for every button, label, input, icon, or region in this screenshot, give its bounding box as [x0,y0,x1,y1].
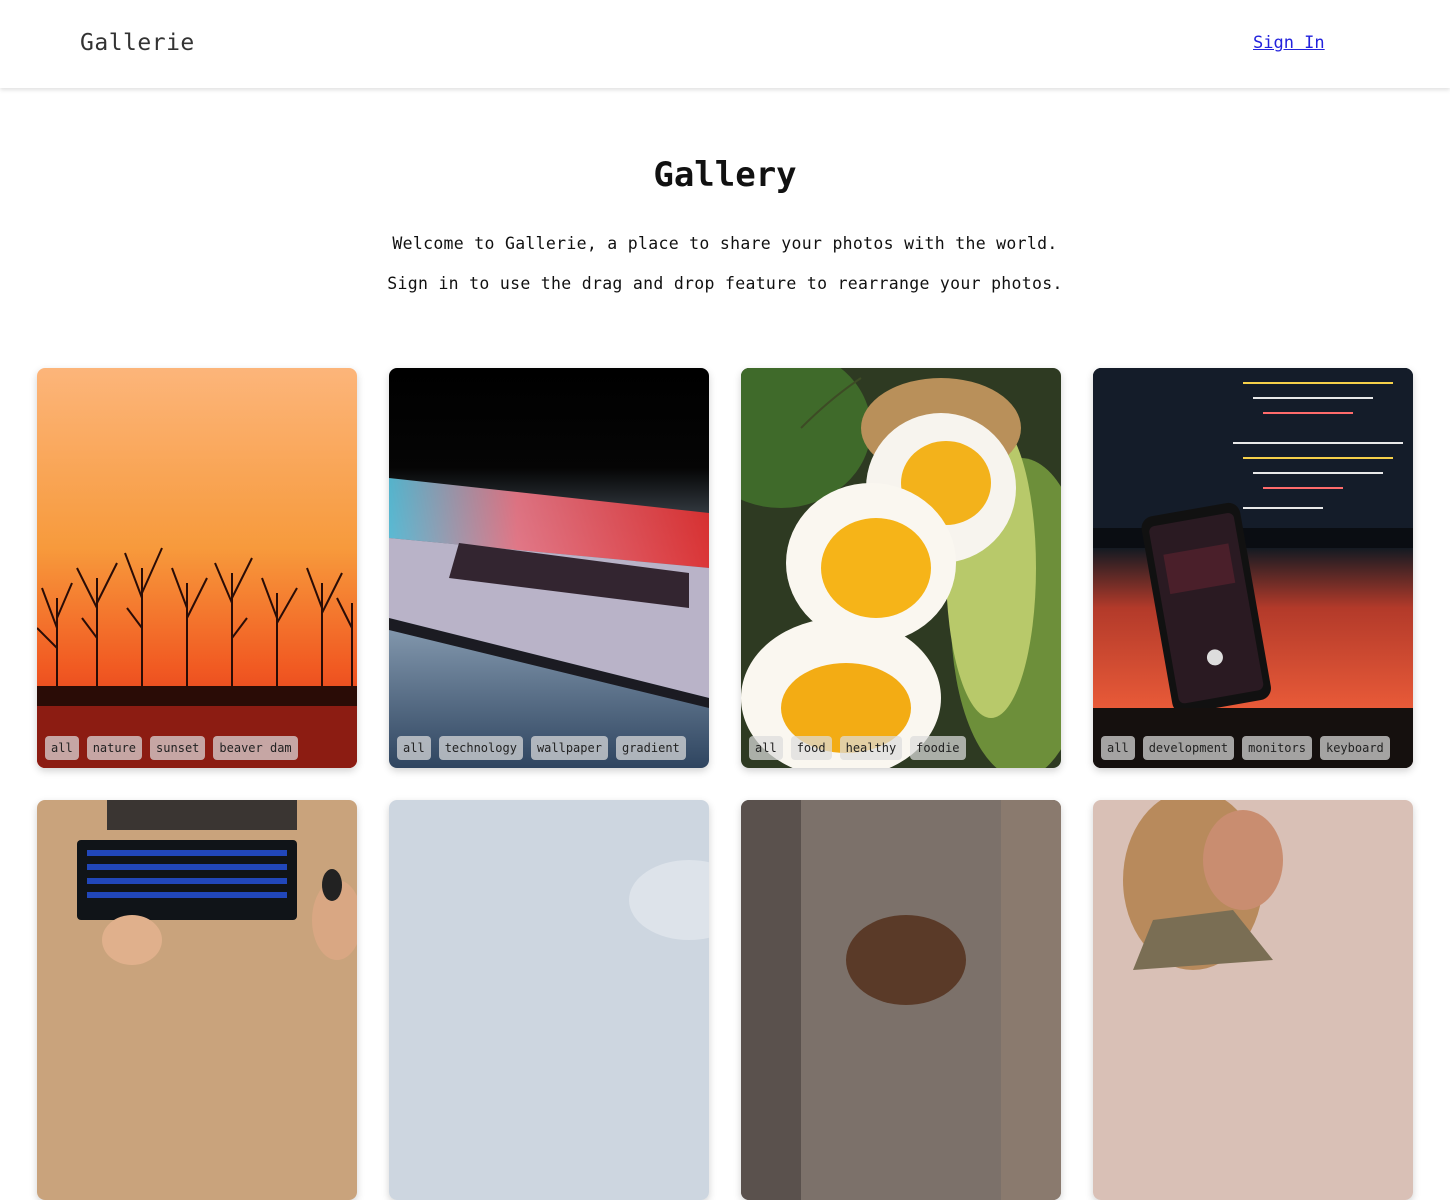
navbar: Gallerie Sign In [0,0,1450,88]
tag-list: all nature sunset beaver dam [45,736,298,760]
tag[interactable]: keyboard [1319,736,1390,760]
tag[interactable]: all [397,736,431,760]
tag[interactable]: development [1142,736,1235,760]
eggs-photo [741,368,1061,768]
tag[interactable]: all [749,736,783,760]
gallery-card-woman[interactable] [1093,800,1413,1200]
sunset-photo [37,368,357,768]
page-title: Gallery [653,155,797,195]
tag[interactable]: food [790,736,832,760]
woman-photo [1093,800,1413,1200]
tag[interactable]: sunset [150,736,206,760]
welcome-text: Welcome to Gallerie, a place to share yo… [392,234,1058,253]
gallery-card-dev-setup[interactable]: all development monitors keyboard [1093,368,1413,768]
tag[interactable]: healthy [839,736,903,760]
person-photo [741,800,1061,1200]
dev-setup-photo [1093,368,1413,768]
tag-list: all technology wallpaper gradient [397,736,686,760]
gallery-card-laptop[interactable]: all technology wallpaper gradient [389,368,709,768]
tag[interactable]: wallpaper [530,736,608,760]
tag[interactable]: gradient [615,736,686,760]
gallery-card-sky[interactable] [389,800,709,1200]
tag[interactable]: beaver dam [213,736,298,760]
tag-list: all development monitors keyboard [1101,736,1390,760]
tag[interactable]: nature [86,736,143,760]
tag[interactable]: monitors [1242,736,1312,760]
tag[interactable]: technology [438,736,523,760]
tag[interactable]: all [45,736,79,760]
gallery-card-keyboard[interactable] [37,800,357,1200]
gallery-card-eggs[interactable]: all food healthy foodie [741,368,1061,768]
tag[interactable]: all [1101,736,1135,760]
tag[interactable]: foodie [910,736,966,760]
sky-photo [389,800,709,1200]
laptop-photo [389,368,709,768]
gallery-card-sunset[interactable]: all nature sunset beaver dam [37,368,357,768]
gallery-card-person[interactable] [741,800,1061,1200]
signin-hint-text: Sign in to use the drag and drop feature… [387,274,1063,293]
keyboard-photo [37,800,357,1200]
tag-list: all food healthy foodie [749,736,966,760]
brand-logo[interactable]: Gallerie [80,30,195,56]
sign-in-link[interactable]: Sign In [1253,33,1325,53]
